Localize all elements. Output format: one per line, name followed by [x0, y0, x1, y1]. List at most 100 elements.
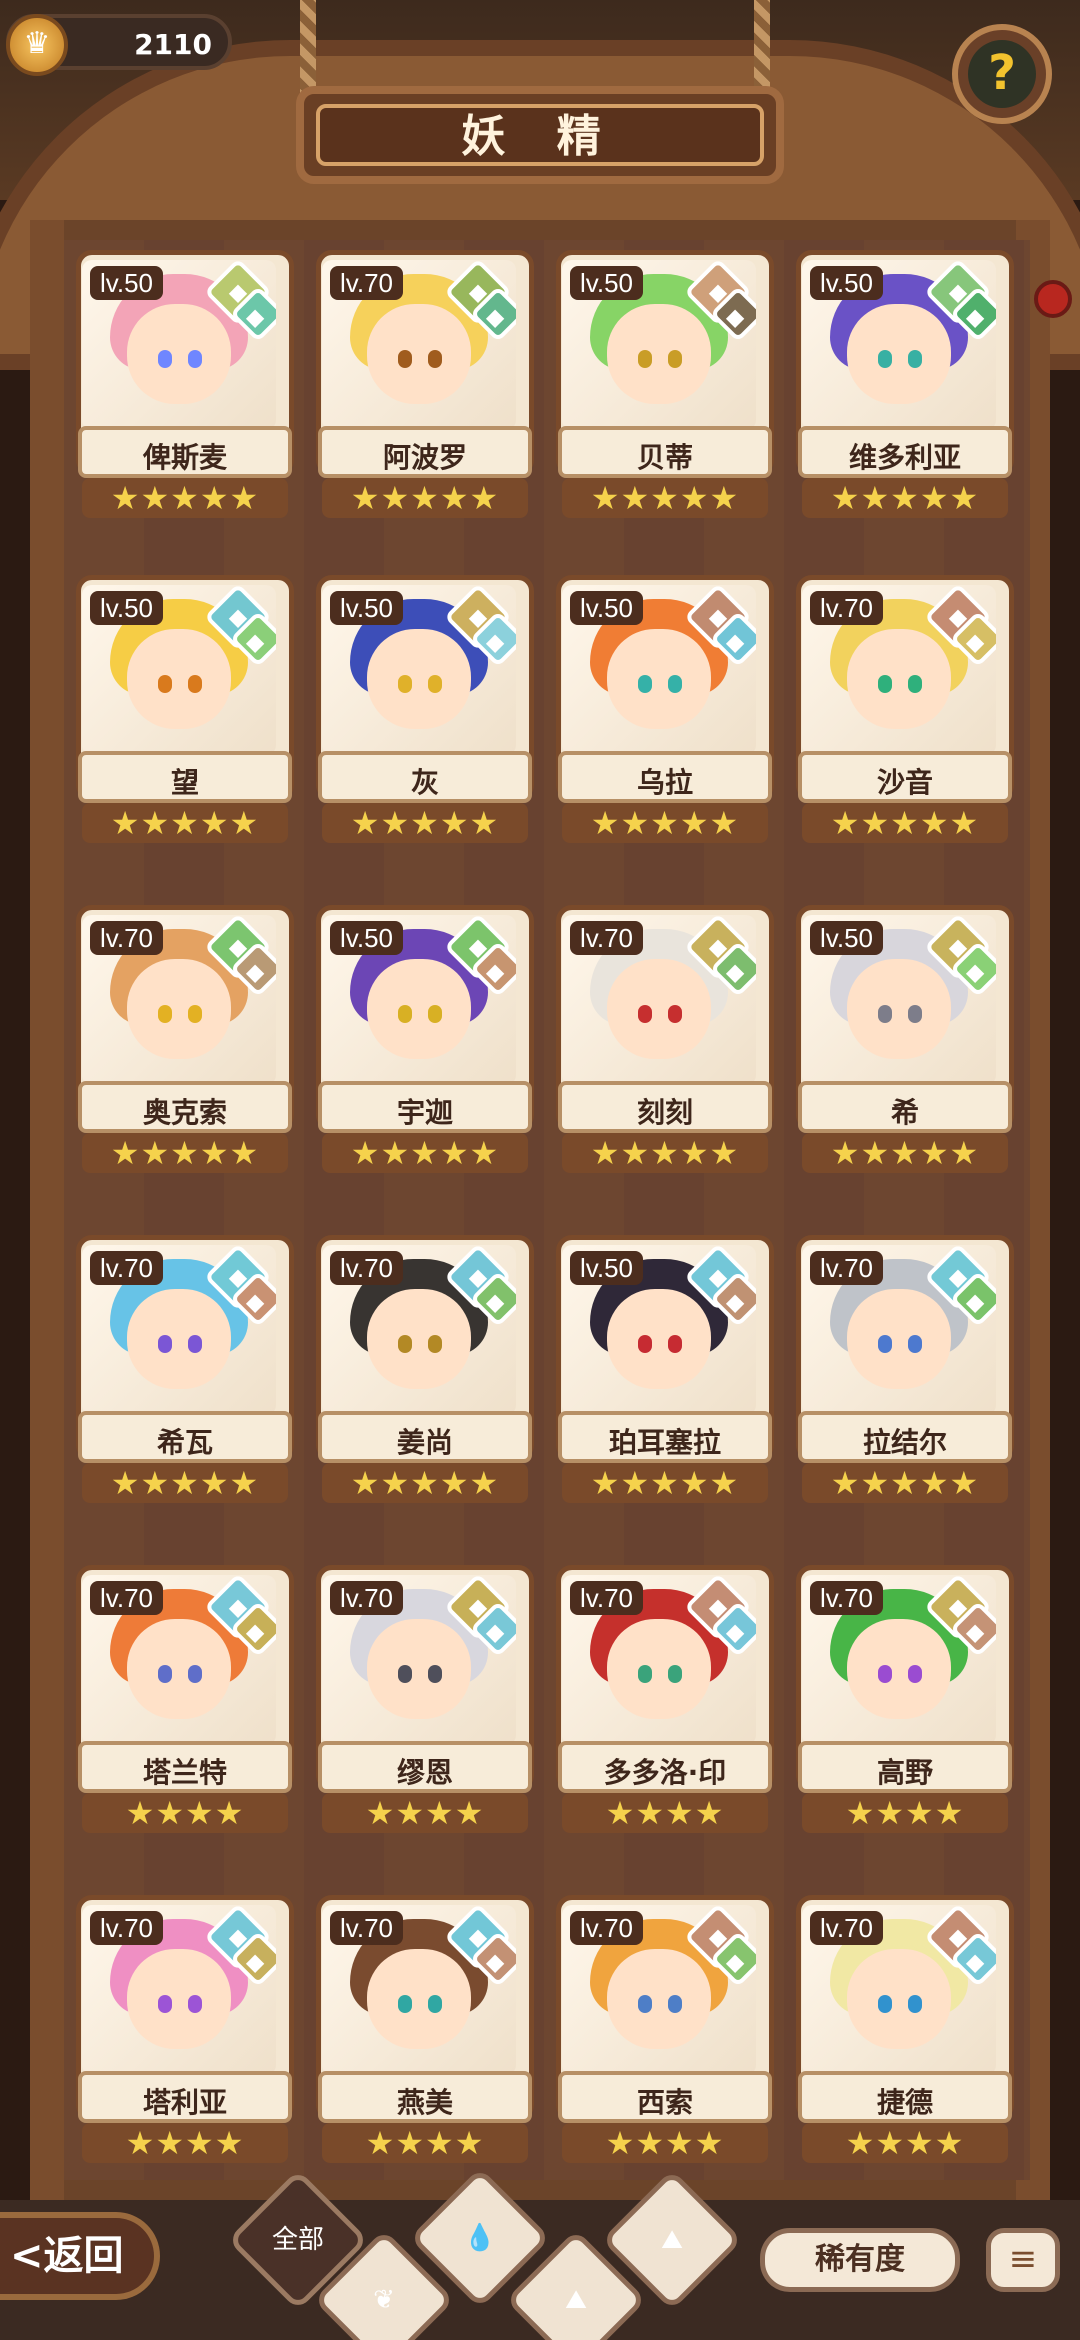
left-eye: [398, 1995, 412, 2013]
back-button[interactable]: <返回: [0, 2212, 160, 2300]
nameplate: 缪恩: [318, 1741, 532, 1793]
help-button[interactable]: ?: [952, 24, 1052, 124]
fairy-portrait: lv.50 ◆ ◆: [802, 915, 996, 1085]
fairy-portrait: lv.50 ◆ ◆: [562, 260, 756, 430]
fairy-name: 阿波罗: [382, 441, 467, 474]
right-eye: [188, 350, 202, 368]
left-eye: [158, 1335, 172, 1353]
fairy-card[interactable]: lv.70 ◆ ◆ 拉结尔 ★★★★★: [790, 1235, 1020, 1503]
star-rating: ★★★★: [82, 1793, 288, 1833]
fairy-card[interactable]: lv.70 ◆ ◆ 多多洛·印 ★★★★: [550, 1565, 780, 1833]
face-shape: [367, 1949, 471, 2049]
right-eye: [668, 1995, 682, 2013]
fairy-card[interactable]: lv.50 ◆ ◆ 俾斯麦 ★★★★★: [70, 250, 300, 518]
fairy-name: 奥克索: [142, 1096, 227, 1129]
fairy-card[interactable]: lv.70 ◆ ◆ 沙音 ★★★★★: [790, 575, 1020, 843]
fairy-card[interactable]: lv.70 ◆ ◆ 西索 ★★★★: [550, 1895, 780, 2163]
fairy-card[interactable]: lv.70 ◆ ◆ 希瓦 ★★★★★: [70, 1235, 300, 1503]
star-rating: ★★★★★: [562, 1463, 768, 1503]
fairy-name: 珀耳塞拉: [608, 1426, 721, 1459]
page-title: 妖 精: [316, 104, 764, 166]
mountain-icon: ⛰: [661, 2225, 683, 2255]
fairy-portrait: lv.70 ◆ ◆: [802, 1575, 996, 1745]
fairy-portrait: lv.70 ◆ ◆: [82, 1575, 276, 1745]
fairy-card[interactable]: lv.70 ◆ ◆ 奥克索 ★★★★★: [70, 905, 300, 1173]
fairy-card[interactable]: lv.70 ◆ ◆ 阿波罗 ★★★★★: [310, 250, 540, 518]
level-badge: lv.50: [810, 921, 883, 955]
fairy-portrait: lv.70 ◆ ◆: [322, 1905, 516, 2075]
level-badge: lv.50: [330, 591, 403, 625]
currency-display: ♛ 2110: [6, 14, 232, 76]
star-rating: ★★★★★: [82, 1463, 288, 1503]
left-eye: [398, 1665, 412, 1683]
fairy-card[interactable]: lv.70 ◆ ◆ 刻刻 ★★★★★: [550, 905, 780, 1173]
level-badge: lv.70: [90, 1911, 163, 1945]
right-eye: [908, 675, 922, 693]
level-badge: lv.70: [570, 1911, 643, 1945]
fairy-card[interactable]: lv.50 ◆ ◆ 珀耳塞拉 ★★★★★: [550, 1235, 780, 1503]
star-rating: ★★★★★: [322, 803, 528, 843]
nameplate: 灰: [318, 751, 532, 803]
fairy-card[interactable]: lv.50 ◆ ◆ 望 ★★★★★: [70, 575, 300, 843]
star-rating: ★★★★★: [82, 803, 288, 843]
fairy-card[interactable]: lv.70 ◆ ◆ 塔兰特 ★★★★: [70, 1565, 300, 1833]
star-rating: ★★★★★: [562, 478, 768, 518]
right-eye: [908, 1005, 922, 1023]
fairy-card[interactable]: lv.70 ◆ ◆ 高野 ★★★★: [790, 1565, 1020, 1833]
fairy-portrait: lv.70 ◆ ◆: [82, 1905, 276, 2075]
face-shape: [367, 1619, 471, 1719]
face-shape: [847, 1619, 951, 1719]
right-eye: [908, 350, 922, 368]
nameplate: 沙音: [798, 751, 1012, 803]
fairy-card[interactable]: lv.70 ◆ ◆ 塔利亚 ★★★★: [70, 1895, 300, 2163]
star-rating: ★★★★★: [82, 1133, 288, 1173]
fairy-card[interactable]: lv.50 ◆ ◆ 维多利亚 ★★★★★: [790, 250, 1020, 518]
fairy-card[interactable]: lv.70 ◆ ◆ 捷德 ★★★★: [790, 1895, 1020, 2163]
nameplate: 多多洛·印: [558, 1741, 772, 1793]
fairy-card[interactable]: lv.50 ◆ ◆ 希 ★★★★★: [790, 905, 1020, 1173]
fairy-name: 多多洛·印: [603, 1756, 727, 1789]
level-badge: lv.70: [90, 921, 163, 955]
leaf-icon: ❦: [373, 2285, 395, 2315]
face-shape: [367, 629, 471, 729]
level-badge: lv.50: [810, 266, 883, 300]
fairy-name: 俾斯麦: [142, 441, 227, 474]
face-shape: [127, 1289, 231, 1389]
left-eye: [158, 675, 172, 693]
fairy-name: 灰: [410, 766, 439, 799]
fairy-portrait: lv.70 ◆ ◆: [802, 1245, 996, 1415]
left-eye: [398, 1335, 412, 1353]
fairy-card[interactable]: lv.50 ◆ ◆ 贝蒂 ★★★★★: [550, 250, 780, 518]
right-eye: [188, 1665, 202, 1683]
fairy-card[interactable]: lv.70 ◆ ◆ 姜尚 ★★★★★: [310, 1235, 540, 1503]
level-badge: lv.70: [90, 1251, 163, 1285]
fairy-name: 刻刻: [636, 1096, 693, 1129]
left-eye: [158, 1665, 172, 1683]
fairy-portrait: lv.50 ◆ ◆: [802, 260, 996, 430]
star-rating: ★★★★★: [82, 478, 288, 518]
level-badge: lv.50: [330, 921, 403, 955]
rarity-sort-button[interactable]: 稀有度: [760, 2228, 960, 2292]
fairy-portrait: lv.70 ◆ ◆: [322, 1575, 516, 1745]
fairy-card[interactable]: lv.70 ◆ ◆ 燕美 ★★★★: [310, 1895, 540, 2163]
star-rating: ★★★★: [802, 2123, 1008, 2163]
fairy-card[interactable]: lv.50 ◆ ◆ 宇迦 ★★★★★: [310, 905, 540, 1173]
fairy-name: 望: [170, 766, 199, 799]
right-eye: [188, 1005, 202, 1023]
face-shape: [847, 1949, 951, 2049]
face-shape: [127, 1949, 231, 2049]
fairy-card[interactable]: lv.50 ◆ ◆ 灰 ★★★★★: [310, 575, 540, 843]
nameplate: 宇迦: [318, 1081, 532, 1133]
right-eye: [428, 1005, 442, 1023]
fairy-card[interactable]: lv.50 ◆ ◆ 乌拉 ★★★★★: [550, 575, 780, 843]
sort-order-button[interactable]: ≡: [986, 2228, 1060, 2292]
star-rating: ★★★★★: [802, 1133, 1008, 1173]
fairy-card[interactable]: lv.70 ◆ ◆ 缪恩 ★★★★: [310, 1565, 540, 1833]
left-eye: [158, 1005, 172, 1023]
title-sign: 妖 精: [296, 86, 784, 184]
star-rating: ★★★★★: [802, 478, 1008, 518]
face-shape: [847, 959, 951, 1059]
star-rating: ★★★★: [322, 2123, 528, 2163]
nameplate: 希: [798, 1081, 1012, 1133]
level-badge: lv.50: [90, 591, 163, 625]
